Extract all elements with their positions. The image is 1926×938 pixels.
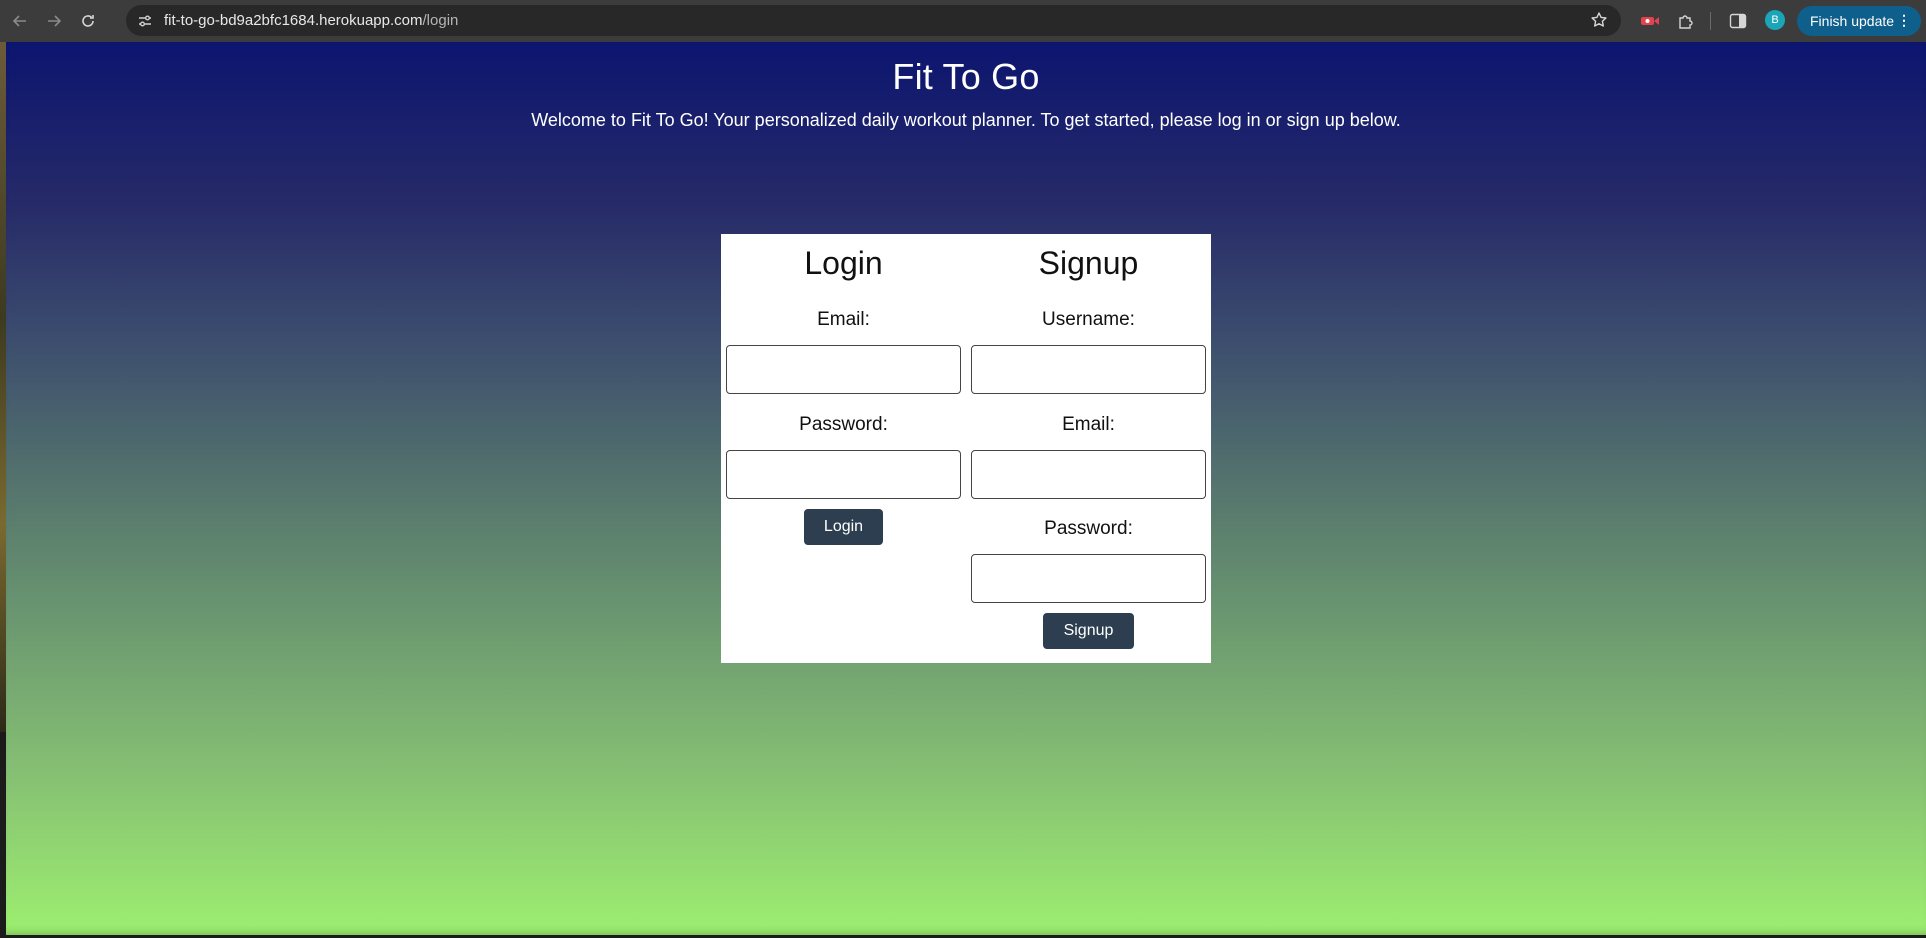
signup-password-label: Password: xyxy=(1044,518,1133,539)
page-viewport: Fit To Go Welcome to Fit To Go! Your per… xyxy=(6,42,1926,935)
signup-form: Signup Username: Email: Password: Signup xyxy=(966,234,1211,663)
forward-arrow-icon[interactable] xyxy=(40,7,68,35)
browser-toolbar: fit-to-go-bd9a2bfc1684.herokuapp.com/log… xyxy=(0,0,1926,42)
signup-email-label: Email: xyxy=(1062,414,1115,435)
login-form: Login Email: Password: Login xyxy=(721,234,966,663)
address-bar[interactable]: fit-to-go-bd9a2bfc1684.herokuapp.com/log… xyxy=(126,5,1621,36)
login-password-label: Password: xyxy=(799,414,888,435)
site-settings-icon[interactable] xyxy=(136,12,154,30)
reload-icon[interactable] xyxy=(74,7,102,35)
auth-card: Login Email: Password: Login Signup User… xyxy=(721,234,1211,663)
extension-icon[interactable] xyxy=(1638,9,1662,33)
welcome-message: Welcome to Fit To Go! Your personalized … xyxy=(531,110,1401,130)
signup-email-input[interactable] xyxy=(971,450,1206,499)
login-email-input[interactable] xyxy=(726,345,961,394)
signup-username-label: Username: xyxy=(1042,309,1135,330)
signup-password-input[interactable] xyxy=(971,554,1206,603)
toolbar-divider xyxy=(1710,12,1711,30)
url-path: /login xyxy=(422,12,459,29)
signup-heading: Signup xyxy=(1038,245,1139,281)
profile-avatar[interactable]: B xyxy=(1765,10,1785,30)
url-host: fit-to-go-bd9a2bfc1684.herokuapp.com xyxy=(164,12,423,29)
finish-update-button[interactable]: Finish update ⋮ xyxy=(1797,6,1921,36)
login-button[interactable]: Login xyxy=(804,509,883,545)
login-email-label: Email: xyxy=(817,309,870,330)
signup-button[interactable]: Signup xyxy=(1043,613,1134,649)
bookmark-star-icon[interactable] xyxy=(1589,10,1609,30)
back-arrow-icon[interactable] xyxy=(6,7,34,35)
login-password-input[interactable] xyxy=(726,450,961,499)
side-panel-icon[interactable] xyxy=(1726,9,1750,33)
more-vert-icon[interactable]: ⋮ xyxy=(1897,12,1911,28)
finish-update-label: Finish update xyxy=(1810,13,1895,29)
site-title: Fit To Go xyxy=(892,56,1040,97)
login-heading: Login xyxy=(804,245,883,281)
url-text: fit-to-go-bd9a2bfc1684.herokuapp.com/log… xyxy=(164,12,458,29)
puzzle-icon[interactable] xyxy=(1674,9,1698,33)
signup-username-input[interactable] xyxy=(971,345,1206,394)
